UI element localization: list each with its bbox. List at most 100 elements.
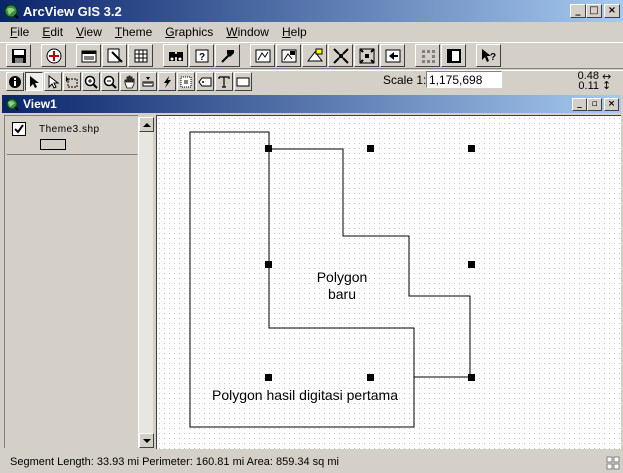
view-title: View1 [23, 97, 57, 111]
clear-selected-icon [446, 48, 461, 63]
scroll-up-icon [142, 122, 151, 127]
help-icon: ? [481, 48, 496, 63]
open-table-icon [134, 49, 147, 62]
pointer-tool[interactable] [25, 72, 43, 91]
selection-handle[interactable] [468, 374, 475, 381]
selection-handle[interactable] [367, 145, 374, 152]
measure-icon [142, 76, 154, 86]
locate-address-button[interactable] [215, 44, 240, 67]
theme-name: Theme3.shp [39, 124, 100, 135]
app-titlebar[interactable]: ArcView GIS 3.2 _ □ × [0, 0, 623, 22]
draw-tool[interactable] [234, 72, 252, 91]
table-of-contents: Theme3.shp [4, 115, 138, 448]
selection-handles[interactable] [265, 145, 475, 381]
area-of-interest-tool[interactable] [177, 72, 195, 91]
theme-properties-button[interactable] [76, 44, 101, 67]
coordinate-y: 0.11 [578, 80, 599, 92]
vertex-edit-tool[interactable] [44, 72, 62, 91]
polygon-new[interactable] [268, 148, 471, 378]
menu-window[interactable]: Window [220, 25, 276, 39]
minimize-button[interactable]: _ [570, 4, 586, 18]
close-button[interactable]: × [604, 4, 620, 18]
menu-edit[interactable]: Edit [36, 25, 70, 39]
selection-handle[interactable] [265, 145, 272, 152]
selection-handle[interactable] [367, 374, 374, 381]
clear-selected-button[interactable] [441, 44, 466, 67]
status-bar: Segment Length: 33.93 mi Perimeter: 160.… [0, 450, 623, 473]
checkmark-icon [14, 124, 24, 134]
zoom-out-tool[interactable] [101, 72, 119, 91]
resize-grip-icon[interactable] [606, 456, 620, 470]
select-feature-tool[interactable] [63, 72, 81, 91]
save-icon [11, 48, 26, 63]
theme-visibility-checkbox[interactable] [12, 122, 26, 136]
locate-address-icon [220, 49, 234, 63]
zoom-to-full-extent-button[interactable] [250, 44, 275, 67]
zoom-out-fixed-button[interactable] [354, 44, 379, 67]
svg-text:?: ? [490, 52, 496, 63]
view-close-button[interactable]: × [604, 97, 619, 111]
menu-file[interactable]: File [4, 25, 36, 39]
select-feature-icon [66, 75, 78, 87]
save-button[interactable] [6, 44, 31, 67]
menu-bar: File Edit View Theme Graphics Window Hel… [0, 22, 623, 41]
area-of-interest-icon [180, 76, 192, 87]
query-builder-button[interactable]: ? [189, 44, 214, 67]
zoom-in-tool[interactable] [82, 72, 100, 91]
pan-icon [124, 75, 135, 88]
view-globe-icon [6, 98, 19, 111]
app-title: ArcView GIS 3.2 [23, 3, 122, 19]
help-button[interactable]: ? [476, 44, 501, 67]
measure-tool[interactable] [139, 72, 157, 91]
add-theme-button[interactable] [41, 44, 66, 67]
zoom-to-selected-button[interactable] [302, 44, 327, 67]
view-restore-button[interactable]: ▫ [587, 97, 602, 111]
vertex-edit-icon [48, 74, 60, 89]
selection-handle[interactable] [265, 374, 272, 381]
zoom-to-active-themes-button[interactable] [276, 44, 301, 67]
coordinate-readout: 0.48 0.11 [577, 71, 599, 92]
view-minimize-button[interactable]: _ [572, 97, 587, 111]
menu-theme[interactable]: Theme [109, 25, 159, 39]
find-button[interactable] [163, 44, 188, 67]
scroll-down-button[interactable] [139, 433, 154, 448]
scale-input[interactable] [426, 71, 502, 88]
zoom-in-icon [84, 75, 98, 89]
select-by-theme-icon [421, 49, 435, 63]
label-polygon-new: Polygon baru [316, 269, 368, 302]
zoom-in-fixed-icon [332, 47, 349, 64]
toc-scrollbar[interactable] [138, 117, 154, 448]
menu-graphics[interactable]: Graphics [159, 25, 220, 39]
scroll-down-icon [142, 438, 151, 443]
map-display[interactable]: Polygon baru Polygon hasil digitasi pert… [156, 115, 621, 449]
theme-properties-icon [81, 50, 96, 62]
label-tool[interactable] [196, 72, 214, 91]
select-by-theme-button[interactable] [415, 44, 440, 67]
view-titlebar[interactable]: View1 _ ▫ × [2, 95, 621, 113]
selection-handle[interactable] [468, 145, 475, 152]
selection-handle[interactable] [468, 261, 475, 268]
edit-legend-button[interactable] [102, 44, 127, 67]
theme-entry[interactable]: Theme3.shp [7, 118, 137, 155]
tool-bar [0, 70, 623, 92]
zoom-in-fixed-button[interactable] [328, 44, 353, 67]
selection-handle[interactable] [265, 261, 272, 268]
text-tool[interactable] [215, 72, 233, 91]
zoom-to-active-themes-icon [281, 49, 296, 62]
menu-view[interactable]: View [70, 25, 109, 39]
open-table-button[interactable] [128, 44, 153, 67]
svg-text:?: ? [199, 52, 205, 63]
scale-label: Scale 1: [383, 73, 427, 87]
hot-link-icon [164, 75, 171, 88]
scroll-up-button[interactable] [139, 117, 154, 132]
identify-tool[interactable] [6, 72, 24, 91]
menu-help[interactable]: Help [276, 25, 314, 39]
identify-icon [9, 75, 21, 88]
hot-link-tool[interactable] [158, 72, 176, 91]
maximize-button[interactable]: □ [586, 4, 602, 18]
pan-tool[interactable] [120, 72, 138, 91]
zoom-previous-button[interactable] [380, 44, 405, 67]
zoom-to-selected-icon [306, 48, 323, 61]
pointer-icon [30, 75, 39, 88]
zoom-out-fixed-icon [358, 47, 375, 64]
